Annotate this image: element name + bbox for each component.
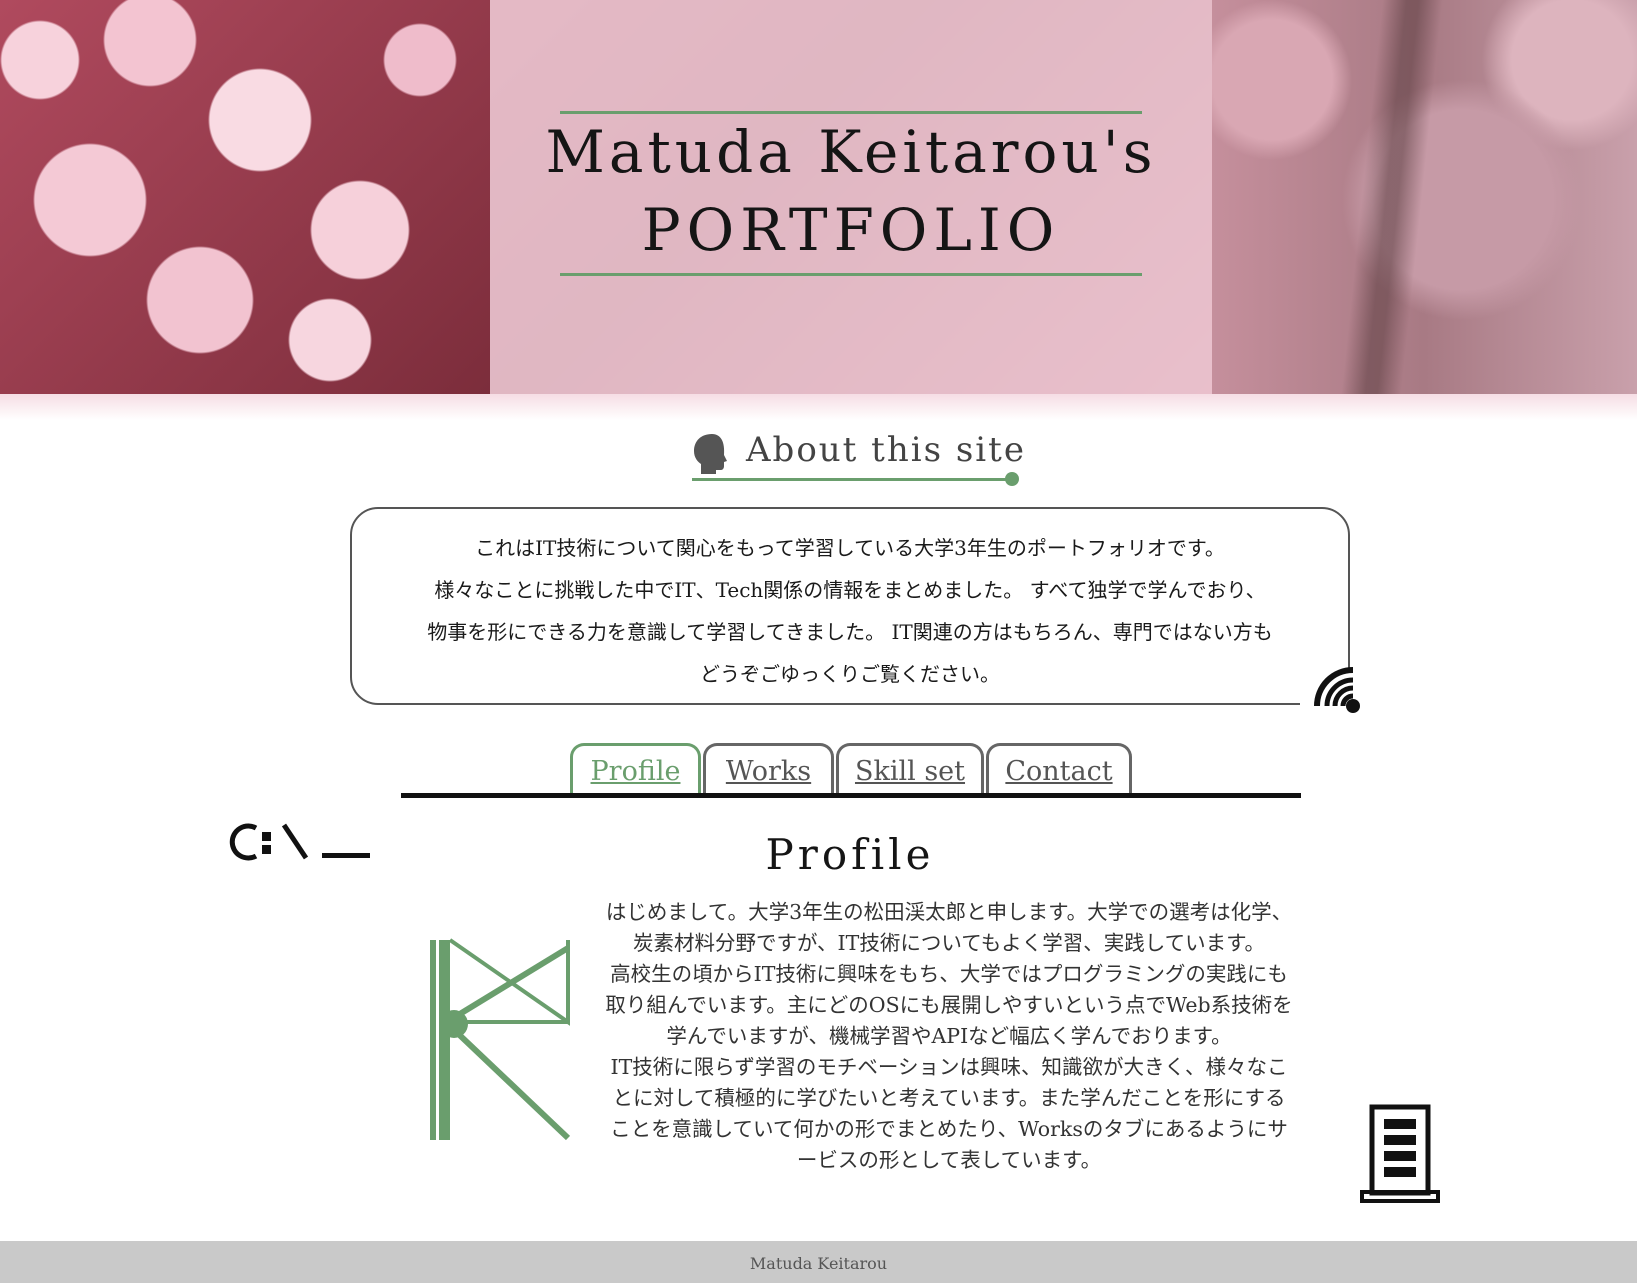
about-underline bbox=[692, 478, 1010, 481]
profile-line: 学んでいますが、機械学習やAPIなど幅広く学んでおります。 bbox=[666, 1024, 1232, 1048]
about-heading-text: About this site bbox=[746, 430, 1026, 470]
about-description-box: これはIT技術について関心をもって学習している大学3年生のポートフォリオです。 … bbox=[350, 507, 1350, 705]
wifi-icon bbox=[1314, 667, 1360, 713]
branch-shape bbox=[1341, 0, 1443, 394]
profile-line: ービスの形として表しています。 bbox=[796, 1148, 1102, 1172]
site-title-line2: PORTFOLIO bbox=[641, 196, 1061, 264]
profile-line: ことを意識していて何かの形でまとめたり、Worksのタブにあるようにサ bbox=[610, 1117, 1288, 1141]
tab-baseline bbox=[401, 793, 1301, 798]
about-line: これはIT技術について関心をもって学習している大学3年生のポートフォリオです。 bbox=[475, 536, 1225, 560]
about-heading: About this site bbox=[692, 428, 1024, 486]
about-underline-dot bbox=[1005, 472, 1019, 486]
footer-text: Matuda Keitarou bbox=[749, 1254, 888, 1273]
profile-line: はじめまして。大学3年生の松田渓太郎と申します。大学での選考は化学、 bbox=[605, 900, 1293, 924]
profile-title: Profile bbox=[765, 830, 935, 879]
title-rule-bottom bbox=[560, 273, 1142, 276]
hero-fade bbox=[0, 394, 1637, 420]
hero-banner: Matuda Keitarou's PORTFOLIO bbox=[0, 0, 1637, 394]
profile-text: はじめまして。大学3年生の松田渓太郎と申します。大学での選考は化学、 炭素材料分… bbox=[596, 897, 1302, 1176]
site-title-line1: Matuda Keitarou's bbox=[545, 118, 1157, 186]
tab-works[interactable]: Works bbox=[703, 743, 834, 797]
server-icon bbox=[1360, 1104, 1440, 1203]
hero-photo-right bbox=[1212, 0, 1637, 394]
head-silhouette-icon bbox=[694, 434, 727, 474]
command-prompt-icon bbox=[229, 823, 370, 861]
k-logo-icon bbox=[430, 938, 571, 1141]
tab-contact[interactable]: Contact bbox=[986, 743, 1132, 797]
tab-profile[interactable]: Profile bbox=[570, 743, 701, 797]
about-line: 様々なことに挑戦した中でIT、Tech関係の情報をまとめました。 すべて独学で学… bbox=[434, 578, 1266, 602]
profile-line: とに対して積極的に学びたいと考えています。また学んだことを形にする bbox=[612, 1086, 1286, 1110]
about-line: どうぞごゆっくりご覧ください。 bbox=[700, 662, 1000, 686]
profile-line: 炭素材料分野ですが、IT技術についてもよく学習、実践しています。 bbox=[632, 931, 1266, 955]
profile-line: IT技術に限らず学習のモチベーションは興味、知識欲が大きく、様々なこ bbox=[610, 1055, 1288, 1079]
about-line: 物事を形にできる力を意識して学習してきました。 IT関連の方はもちろん、専門では… bbox=[427, 620, 1273, 644]
footer: Matuda Keitarou bbox=[0, 1241, 1637, 1283]
profile-line: 取り組んでいます。主にどのOSにも展開しやすいという点でWeb系技術を bbox=[605, 993, 1293, 1017]
tab-skill-set[interactable]: Skill set bbox=[836, 743, 984, 797]
title-rule-top bbox=[560, 111, 1142, 114]
profile-line: 高校生の頃からIT技術に興味をもち、大学ではプログラミングの実践にも bbox=[610, 962, 1288, 986]
